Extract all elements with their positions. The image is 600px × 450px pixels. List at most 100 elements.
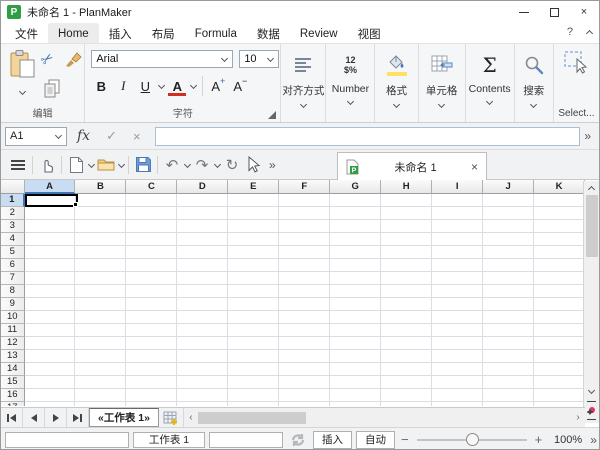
insert-mode-button[interactable]: 插入 (313, 430, 352, 449)
italic-button[interactable]: I (113, 75, 133, 97)
row-header-12[interactable]: 12 (1, 337, 25, 350)
row-header-15[interactable]: 15 (1, 376, 25, 389)
cell-F7[interactable] (279, 272, 331, 285)
zoom-level[interactable]: 100% (548, 434, 582, 446)
cell-H3[interactable] (381, 220, 433, 233)
scroll-up-button[interactable] (584, 181, 599, 194)
cell-A3[interactable] (24, 220, 76, 233)
column-header-C[interactable]: C (126, 180, 178, 194)
cell-K9[interactable] (534, 298, 585, 311)
cell-C14[interactable] (126, 363, 178, 376)
column-header-I[interactable]: I (432, 180, 484, 194)
maximize-button[interactable] (539, 1, 569, 23)
cell-C17[interactable] (126, 402, 178, 406)
cell-H16[interactable] (381, 389, 433, 402)
cell-E8[interactable] (228, 285, 280, 298)
cell-D9[interactable] (177, 298, 229, 311)
cell-J15[interactable] (483, 376, 535, 389)
search-button[interactable]: 搜索 (515, 44, 554, 122)
cell-K1[interactable] (534, 194, 585, 207)
cell-G1[interactable] (330, 194, 382, 207)
cancel-entry-button[interactable]: × (133, 129, 141, 144)
cell-I4[interactable] (432, 233, 484, 246)
cell-C16[interactable] (126, 389, 178, 402)
cell-E11[interactable] (228, 324, 280, 337)
cell-F13[interactable] (279, 350, 331, 363)
tab-layout[interactable]: 布局 (142, 23, 185, 43)
cell-H6[interactable] (381, 259, 433, 272)
cell-I7[interactable] (432, 272, 484, 285)
font-name-combobox[interactable]: Arial (91, 50, 234, 68)
cell-F10[interactable] (279, 311, 331, 324)
cell-C9[interactable] (126, 298, 178, 311)
bold-button[interactable]: B (91, 75, 111, 97)
cell-G4[interactable] (330, 233, 382, 246)
cell-I17[interactable] (432, 402, 484, 406)
cell-F4[interactable] (279, 233, 331, 246)
insert-function-button[interactable]: fx (77, 128, 90, 144)
add-sheet-button[interactable] (159, 408, 183, 427)
cell-E2[interactable] (228, 207, 280, 220)
cell-J5[interactable] (483, 246, 535, 259)
number-format-button[interactable]: 12 $% Number (326, 44, 376, 122)
cell-E4[interactable] (228, 233, 280, 246)
cell-I11[interactable] (432, 324, 484, 337)
copy-button[interactable] (43, 78, 61, 101)
cell-K10[interactable] (534, 311, 585, 324)
cells-button[interactable]: 单元格 (419, 44, 466, 122)
row-header-16[interactable]: 16 (1, 389, 25, 402)
cell-I16[interactable] (432, 389, 484, 402)
sheet-tab-worksheet-1[interactable]: «工作表 1» (89, 408, 159, 427)
zoom-slider-knob[interactable] (466, 432, 480, 446)
cell-J12[interactable] (483, 337, 535, 350)
underline-dropdown-icon[interactable] (157, 82, 165, 90)
cell-B15[interactable] (75, 376, 127, 389)
previous-sheet-button[interactable] (23, 408, 45, 427)
column-header-B[interactable]: B (75, 180, 127, 194)
row-header-13[interactable]: 13 (1, 350, 25, 363)
tab-view[interactable]: 视图 (348, 23, 391, 43)
cell-J11[interactable] (483, 324, 535, 337)
split-window-bottom-icon[interactable] (587, 411, 596, 427)
dialog-launcher-icon[interactable] (268, 111, 277, 119)
cell-D7[interactable] (177, 272, 229, 285)
cell-K5[interactable] (534, 246, 585, 259)
cell-K17[interactable] (534, 402, 585, 406)
statusbar-more-button[interactable]: » (586, 433, 599, 447)
cell-F8[interactable] (279, 285, 331, 298)
font-size-combobox[interactable]: 10 (239, 50, 280, 68)
tab-file[interactable]: 文件 (5, 23, 48, 43)
cell-I10[interactable] (432, 311, 484, 324)
cell-A13[interactable] (24, 350, 76, 363)
cell-K16[interactable] (534, 389, 585, 402)
paste-button[interactable] (9, 49, 37, 82)
cell-A5[interactable] (24, 246, 76, 259)
cell-I2[interactable] (432, 207, 484, 220)
cell-B11[interactable] (75, 324, 127, 337)
last-sheet-button[interactable] (67, 408, 89, 427)
cell-F16[interactable] (279, 389, 331, 402)
cell-K11[interactable] (534, 324, 585, 337)
undo-dropdown-icon[interactable] (183, 161, 191, 169)
cell-A10[interactable] (24, 311, 76, 324)
first-sheet-button[interactable] (1, 408, 23, 427)
cell-C15[interactable] (126, 376, 178, 389)
formula-input[interactable] (154, 126, 581, 146)
cell-D16[interactable] (177, 389, 229, 402)
cell-I12[interactable] (432, 337, 484, 350)
cell-H9[interactable] (381, 298, 433, 311)
cell-G9[interactable] (330, 298, 382, 311)
row-header-1[interactable]: 1 (1, 194, 25, 207)
tab-home[interactable]: Home (48, 23, 99, 43)
cell-C13[interactable] (126, 350, 178, 363)
document-tab-close-button[interactable]: × (471, 160, 478, 174)
select-all-corner[interactable] (1, 180, 25, 194)
collapse-ribbon-icon[interactable] (585, 28, 593, 36)
cell-B5[interactable] (75, 246, 127, 259)
cell-H4[interactable] (381, 233, 433, 246)
cell-A14[interactable] (24, 363, 76, 376)
cell-G10[interactable] (330, 311, 382, 324)
cell-K3[interactable] (534, 220, 585, 233)
column-header-F[interactable]: F (279, 180, 331, 194)
cell-E10[interactable] (228, 311, 280, 324)
